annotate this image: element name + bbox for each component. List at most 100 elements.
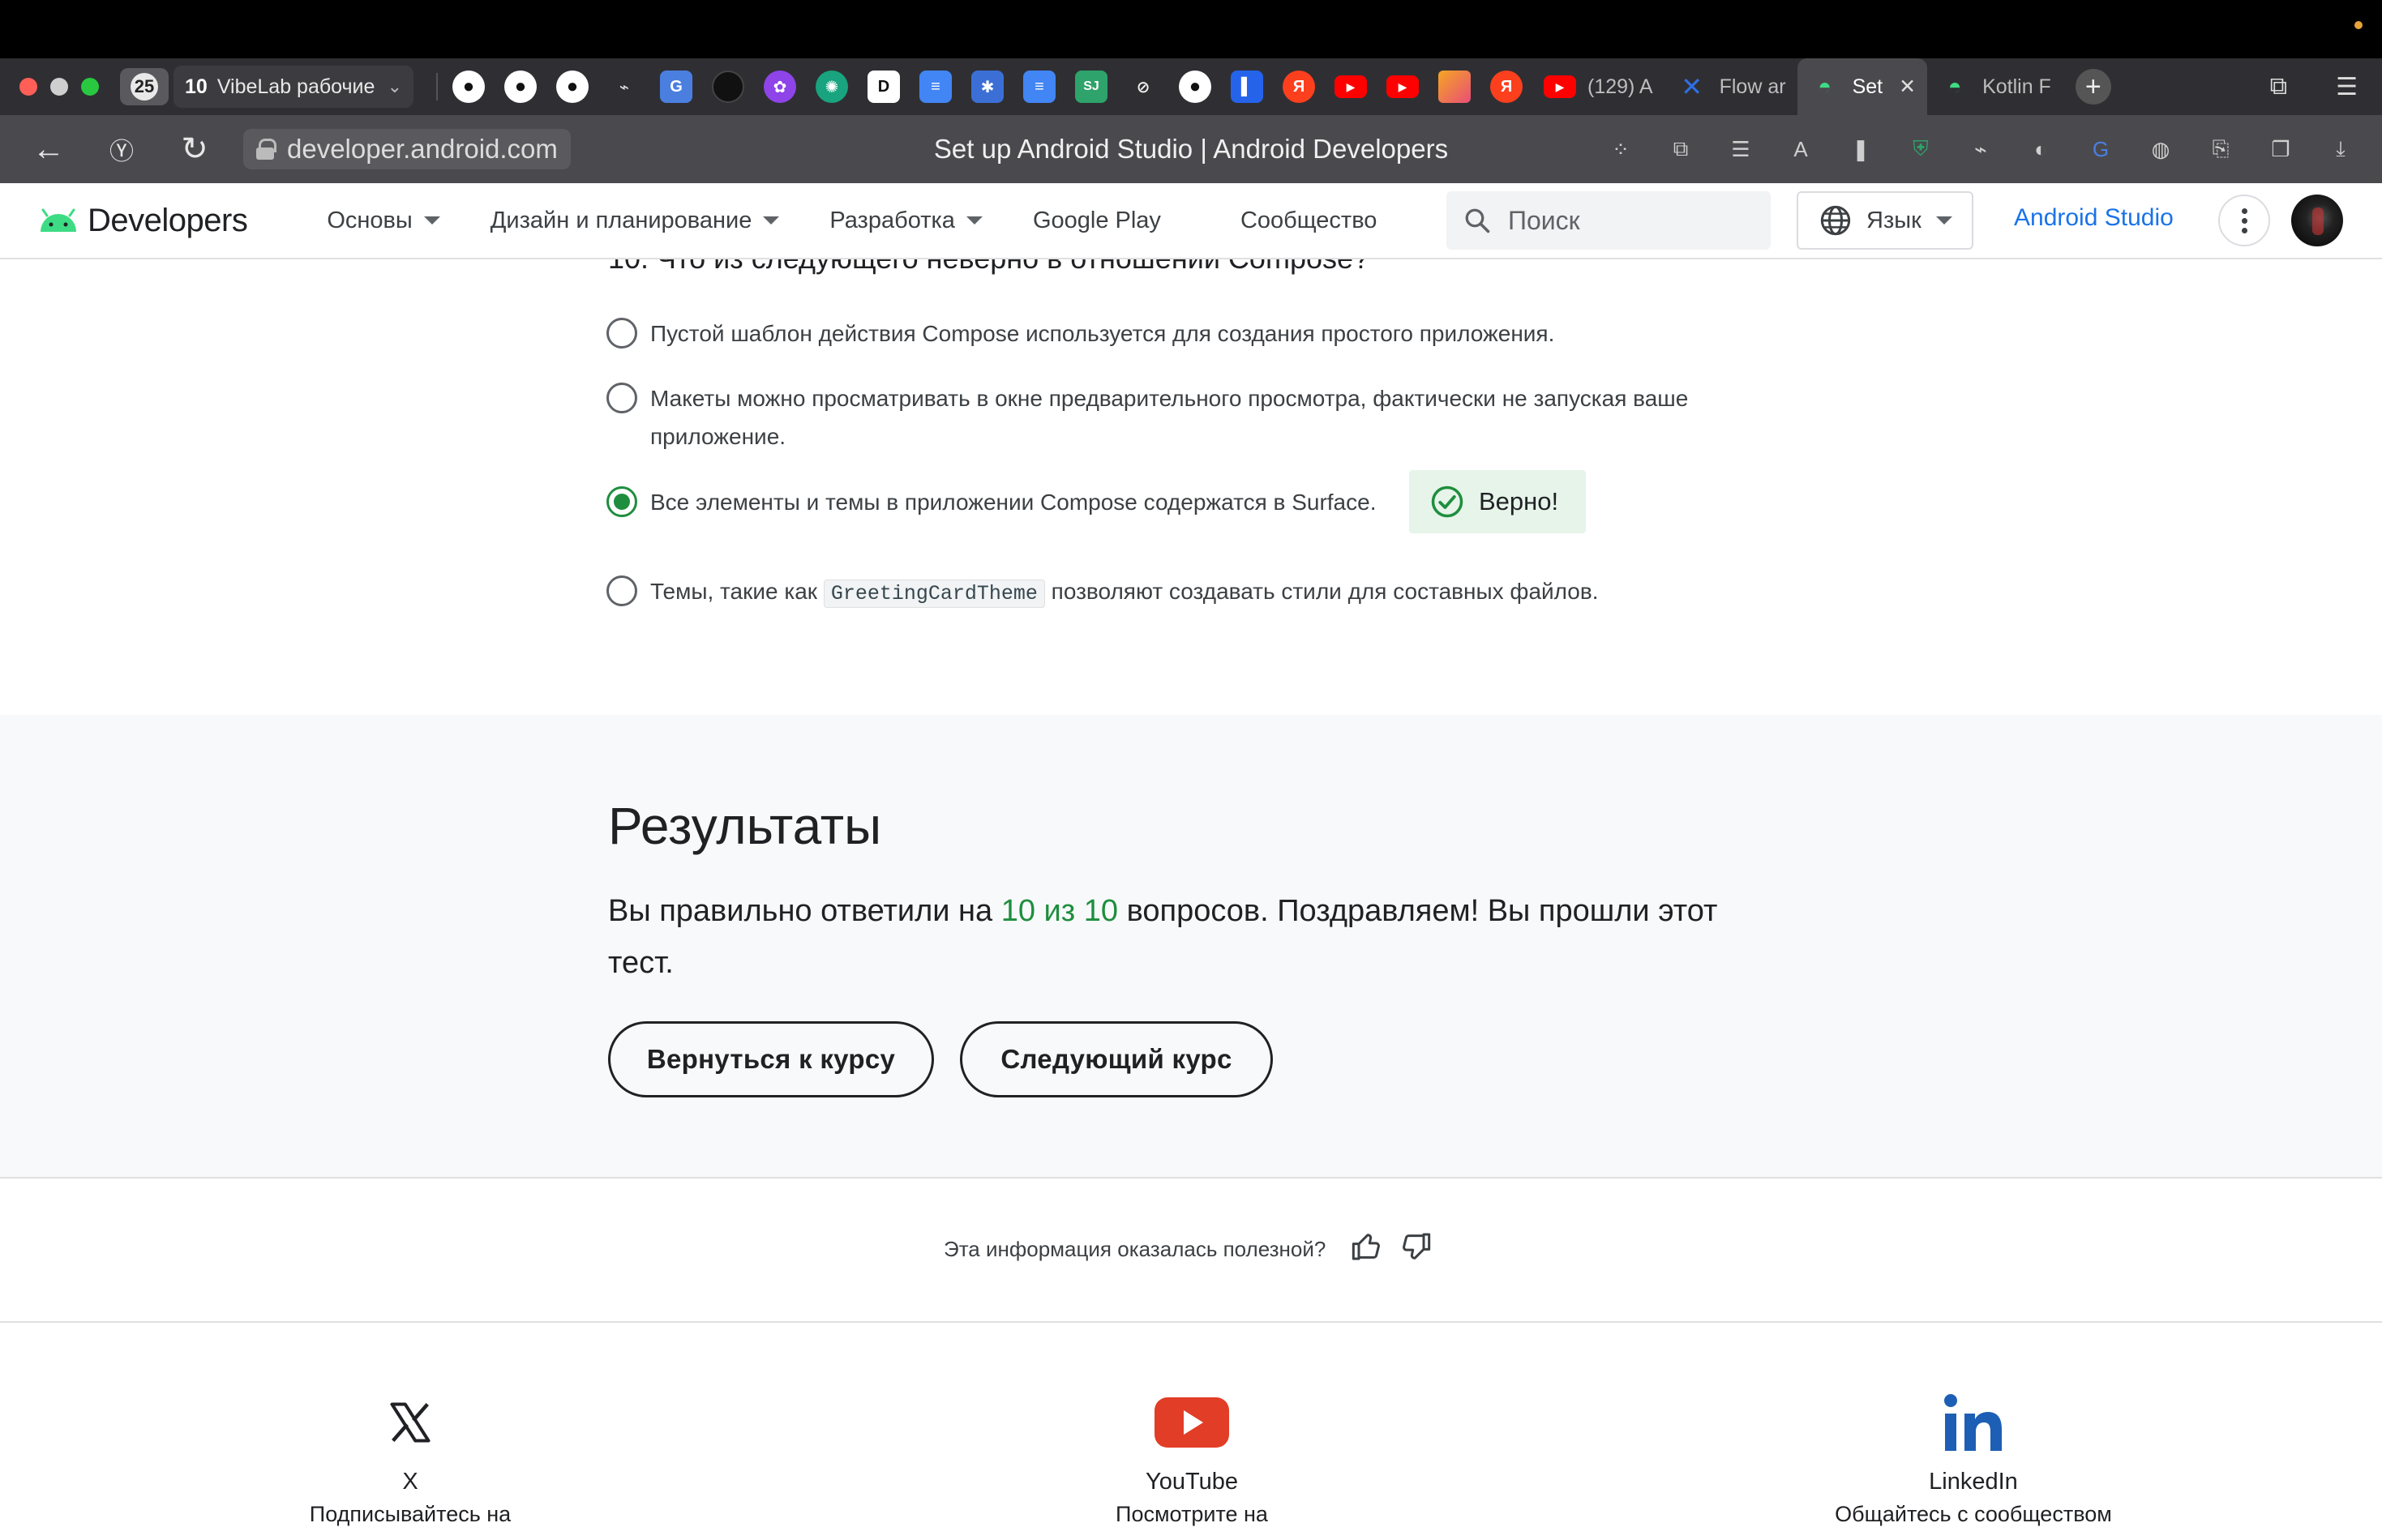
github-tab-icon[interactable]: ● <box>556 71 589 103</box>
screenshot-icon[interactable]: ⎘ <box>2207 135 2234 163</box>
radio-button[interactable] <box>606 575 637 606</box>
answer-option-2[interactable]: Макеты можно просматривать в окне предва… <box>606 383 1688 456</box>
search-input[interactable]: Поиск <box>1446 191 1771 250</box>
d-app-tab-icon[interactable]: D <box>868 71 900 103</box>
workspace-counter[interactable]: 25 <box>120 68 169 105</box>
notification-dot <box>2354 21 2363 29</box>
workspace-selector[interactable]: 10 VibeLab рабочие ⌄ <box>174 66 413 108</box>
new-tab-button[interactable]: + <box>2075 69 2111 105</box>
zoom-window-button[interactable] <box>81 78 99 96</box>
results-score: 10 из 10 <box>1000 894 1119 928</box>
option-label: Макеты можно просматривать в окне предва… <box>650 379 1688 456</box>
macos-top-bar <box>0 0 2382 58</box>
inline-code: GreetingCardTheme <box>823 580 1045 608</box>
social-footer: X Подписывайтесь на YouTube Посмотрите н… <box>0 1323 2382 1540</box>
question-title: 10. Что из следующего неверно в отношени… <box>608 259 1369 276</box>
quiz-section: 10. Что из следующего неверно в отношени… <box>0 259 2382 715</box>
developers-logo[interactable]: Developers <box>37 202 248 239</box>
translate-icon[interactable]: A <box>1787 135 1814 163</box>
tab-kotlin[interactable]: ◓ Kotlin F <box>1927 71 2063 103</box>
yandex-tab-icon[interactable]: Я <box>1283 71 1315 103</box>
answer-option-3[interactable]: Все элементы и темы в приложении Compose… <box>606 486 1376 521</box>
translate-tab-icon[interactable]: G <box>660 71 692 103</box>
back-to-course-button[interactable]: Вернуться к курсу <box>608 1021 934 1097</box>
radio-button-selected[interactable] <box>606 486 637 517</box>
option-label-line1: Макеты можно просматривать в окне предва… <box>650 386 1689 411</box>
tab-set-up-android-studio[interactable]: ◓ Set ✕ <box>1797 58 1928 115</box>
download-icon[interactable]: ⤓ <box>2327 135 2354 163</box>
site-header: Developers Основы Дизайн и планирование … <box>0 183 2382 259</box>
answer-option-4[interactable]: Темы, такие как GreetingCardTheme позвол… <box>606 575 1599 613</box>
minimize-window-button[interactable] <box>50 78 68 96</box>
lingualeo-tab-icon[interactable]: ⌁ <box>608 71 640 103</box>
social-x[interactable]: X Подписывайтесь на <box>167 1323 653 1527</box>
results-section: Результаты Вы правильно ответили на 10 и… <box>0 715 2382 1179</box>
social-desc: Посмотрите на <box>1116 1502 1268 1526</box>
close-tab-icon[interactable]: ✕ <box>1899 75 1916 99</box>
yandex-tab-icon[interactable]: Я <box>1490 71 1523 103</box>
thumbs-down-icon[interactable] <box>1399 1230 1432 1263</box>
youtube-tab-icon: ▶ <box>1544 75 1576 98</box>
github-tab-icon[interactable]: ● <box>504 71 537 103</box>
darkmode-icon[interactable]: ◐ <box>2027 135 2054 163</box>
url-field[interactable]: developer.android.com <box>243 129 571 169</box>
docs-tab-icon[interactable]: ≡ <box>1023 71 1056 103</box>
tab-flow[interactable]: ✕ Flow ar <box>1664 71 1797 103</box>
check-circle-icon <box>1431 486 1463 518</box>
brand-text: Developers <box>88 202 248 238</box>
android-tab-icon: ◓ <box>1947 74 1962 99</box>
avatar[interactable] <box>2291 195 2343 246</box>
search-icon <box>1465 208 1490 233</box>
bookmark-icon[interactable]: ❚ <box>1847 135 1874 163</box>
sidebar-app-tab-icon[interactable]: ▌ <box>1231 71 1263 103</box>
nav-item-google-play[interactable]: Google Play <box>1033 207 1161 234</box>
github-tab-icon[interactable]: ● <box>452 71 485 103</box>
results-summary: Вы правильно ответили на 10 из 10 вопрос… <box>608 885 1776 989</box>
adblock-icon[interactable]: ⛨ <box>1907 135 1934 163</box>
nav-item-community[interactable]: Сообщество <box>1240 207 1377 234</box>
android-studio-link[interactable]: Android Studio <box>2014 204 2174 232</box>
link-tab-icon[interactable]: ⊘ <box>1127 71 1159 103</box>
chatgpt-tab-icon[interactable]: ✺ <box>816 71 848 103</box>
language-label: Язык <box>1866 207 1921 233</box>
answer-option-1[interactable]: Пустой шаблон действия Compose используе… <box>606 318 1554 353</box>
back-icon[interactable]: ← <box>24 131 73 168</box>
tab-label: (129) A <box>1587 75 1653 98</box>
kotlin-tab-icon[interactable] <box>1438 71 1471 103</box>
more-options-button[interactable] <box>2218 195 2270 246</box>
social-linkedin[interactable]: LinkedIn Общайтесь с сообществом <box>1730 1323 2217 1527</box>
option-label: Темы, такие как GreetingCardTheme позвол… <box>650 572 1599 613</box>
nav-item-develop[interactable]: Разработка <box>829 207 983 234</box>
option-label: Все элементы и темы в приложении Compose… <box>650 490 1377 515</box>
thumbs-up-icon[interactable] <box>1351 1230 1383 1263</box>
reload-icon[interactable]: ↻ <box>170 130 219 168</box>
collections-icon[interactable]: ❐ <box>2267 135 2294 163</box>
youtube-tab-icon[interactable]: ▶ <box>1335 75 1367 98</box>
google-translate-icon[interactable]: G <box>2087 135 2114 163</box>
docs-tab-icon[interactable]: ≡ <box>919 71 952 103</box>
purple-app-tab-icon[interactable]: ✿ <box>764 71 796 103</box>
reader-mode-icon[interactable]: ☰ <box>1727 135 1754 163</box>
dark-app-tab-icon[interactable] <box>712 71 744 103</box>
social-youtube[interactable]: YouTube Посмотрите на <box>949 1323 1435 1527</box>
menu-icon[interactable]: ☰ <box>2336 73 2358 101</box>
next-course-button[interactable]: Следующий курс <box>960 1021 1273 1097</box>
tab-youtube[interactable]: ▶ (129) A <box>1532 75 1664 99</box>
sj-tab-icon[interactable]: SJ <box>1075 71 1107 103</box>
tabs-overview-icon[interactable]: ⧉ <box>2270 73 2287 101</box>
nav-item-osnovy[interactable]: Основы <box>327 207 440 234</box>
lingualeo-icon[interactable]: ⌁ <box>1967 135 1994 163</box>
language-nl-icon[interactable]: ◍ <box>2147 135 2174 163</box>
bug-tab-icon[interactable]: ✱ <box>971 71 1004 103</box>
close-window-button[interactable] <box>19 78 37 96</box>
radio-button[interactable] <box>606 318 637 349</box>
extensions-icon[interactable]: ⁘ <box>1607 135 1634 163</box>
youtube-tab-icon[interactable]: ▶ <box>1386 75 1419 98</box>
radio-button[interactable] <box>606 383 637 413</box>
language-selector[interactable]: Язык <box>1797 191 1973 250</box>
url-text: developer.android.com <box>287 134 558 164</box>
nav-item-design[interactable]: Дизайн и планирование <box>491 207 780 234</box>
copy-link-icon[interactable]: ⧉ <box>1667 135 1694 163</box>
yandex-home-icon[interactable]: Ⓨ <box>97 131 146 167</box>
github-tab-icon[interactable]: ● <box>1179 71 1211 103</box>
